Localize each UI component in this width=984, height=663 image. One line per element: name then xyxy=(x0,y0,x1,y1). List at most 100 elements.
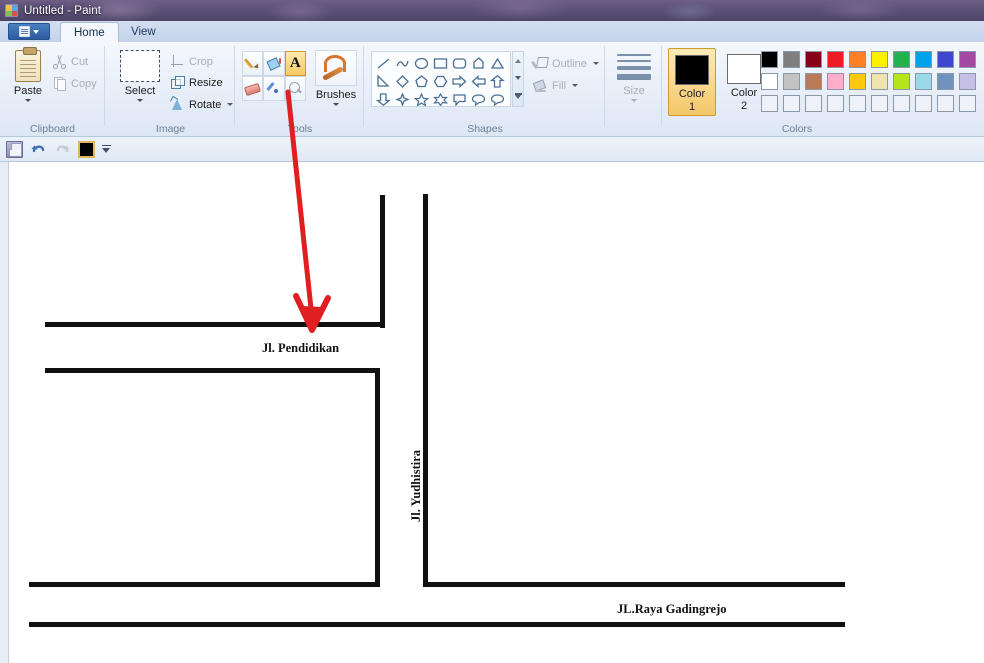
eraser-tool-button[interactable] xyxy=(242,76,264,101)
cut-button[interactable]: Cut xyxy=(52,54,88,69)
shape-hexagon[interactable] xyxy=(431,72,450,90)
palette-swatch-0-6[interactable] xyxy=(890,48,912,70)
palette-swatch-2-5[interactable] xyxy=(868,92,890,114)
shape-left-arrow[interactable] xyxy=(469,72,488,90)
palette-swatch-2-7[interactable] xyxy=(912,92,934,114)
fill-button[interactable]: Fill xyxy=(533,78,579,93)
chevron-down-icon[interactable] xyxy=(227,103,234,106)
edit-colors-button[interactable]: E co xyxy=(980,48,984,108)
rotate-button[interactable]: Rotate xyxy=(170,97,234,112)
shape-rectangle[interactable] xyxy=(431,54,450,72)
resize-button[interactable]: Resize xyxy=(170,75,223,90)
shape-triangle[interactable] xyxy=(488,54,507,72)
palette-swatch-0-9[interactable] xyxy=(956,48,978,70)
shape-diamond[interactable] xyxy=(393,72,412,90)
shapes-gallery[interactable] xyxy=(371,51,511,107)
pencil-icon xyxy=(245,56,260,71)
shape-oval-callout[interactable] xyxy=(469,90,488,108)
chevron-down-icon[interactable] xyxy=(137,99,143,102)
palette-swatch-2-2[interactable] xyxy=(802,92,824,114)
chevron-down-icon[interactable] xyxy=(25,99,31,102)
shape-oval[interactable] xyxy=(412,54,431,72)
group-separator xyxy=(104,46,105,126)
tab-view[interactable]: View xyxy=(118,22,169,42)
palette-swatch-2-0[interactable] xyxy=(758,92,780,114)
palette-swatch-color xyxy=(848,94,866,112)
shape-up-arrow[interactable] xyxy=(488,72,507,90)
customize-quick-access-toolbar-icon[interactable] xyxy=(102,144,111,154)
save-icon[interactable] xyxy=(6,140,23,158)
shape-down-arrow[interactable] xyxy=(374,90,393,108)
palette-swatch-0-4[interactable] xyxy=(846,48,868,70)
shape-curve[interactable] xyxy=(393,54,412,72)
palette-swatch-1-3[interactable] xyxy=(824,70,846,92)
shape-rounded-callout[interactable] xyxy=(450,90,469,108)
palette-swatch-1-0[interactable] xyxy=(758,70,780,92)
select-button[interactable]: Select xyxy=(116,50,164,102)
palette-swatch-0-7[interactable] xyxy=(912,48,934,70)
more-shapes-icon[interactable] xyxy=(514,93,522,100)
scroll-down-icon[interactable] xyxy=(515,75,521,80)
palette-swatch-color xyxy=(826,94,844,112)
group-separator xyxy=(604,46,605,126)
palette-swatch-1-8[interactable] xyxy=(934,70,956,92)
shape-line[interactable] xyxy=(374,54,393,72)
color-1-label-line2: 1 xyxy=(688,101,696,113)
shape-pentagon[interactable] xyxy=(412,72,431,90)
palette-swatch-1-6[interactable] xyxy=(890,70,912,92)
shape-six-point-star[interactable] xyxy=(431,90,450,108)
palette-swatch-2-1[interactable] xyxy=(780,92,802,114)
magnifier-tool-button[interactable] xyxy=(284,76,306,101)
palette-swatch-1-1[interactable] xyxy=(780,70,802,92)
drawing-canvas[interactable]: Jl. Pendidikan Jl. Yudhistira JL.Raya Ga… xyxy=(8,162,984,663)
palette-swatch-2-8[interactable] xyxy=(934,92,956,114)
chevron-down-icon[interactable] xyxy=(631,98,637,102)
color-palette[interactable] xyxy=(758,48,978,114)
color-swatch-button[interactable] xyxy=(78,140,95,158)
shape-diagonal-triangle[interactable] xyxy=(374,72,393,90)
undo-icon[interactable] xyxy=(30,141,47,158)
tab-home[interactable]: Home xyxy=(60,22,119,42)
palette-swatch-color xyxy=(870,94,888,112)
palette-swatch-2-3[interactable] xyxy=(824,92,846,114)
shape-right-arrow[interactable] xyxy=(450,72,469,90)
color-picker-tool-button[interactable] xyxy=(263,76,285,101)
shape-right-triangle[interactable] xyxy=(469,54,488,72)
copy-button[interactable]: Copy xyxy=(52,76,97,91)
palette-swatch-2-4[interactable] xyxy=(846,92,868,114)
shape-five-point-star[interactable] xyxy=(412,90,431,108)
chevron-down-icon[interactable] xyxy=(333,103,339,106)
redo-icon[interactable] xyxy=(54,141,71,158)
palette-swatch-0-0[interactable] xyxy=(758,48,780,70)
chevron-down-icon[interactable] xyxy=(592,62,599,65)
file-menu-button[interactable] xyxy=(8,23,50,40)
palette-swatch-1-4[interactable] xyxy=(846,70,868,92)
shapes-gallery-scrollbar[interactable] xyxy=(512,51,524,107)
file-menu-icon xyxy=(19,26,30,37)
palette-swatch-0-2[interactable] xyxy=(802,48,824,70)
palette-swatch-0-5[interactable] xyxy=(868,48,890,70)
palette-swatch-0-8[interactable] xyxy=(934,48,956,70)
shape-four-point-star[interactable] xyxy=(393,90,412,108)
size-button[interactable]: Size xyxy=(614,52,654,102)
palette-swatch-0-1[interactable] xyxy=(780,48,802,70)
brushes-button[interactable]: Brushes xyxy=(312,50,360,106)
palette-swatch-1-5[interactable] xyxy=(868,70,890,92)
chevron-down-icon[interactable] xyxy=(572,84,579,87)
palette-swatch-2-6[interactable] xyxy=(890,92,912,114)
palette-swatch-1-7[interactable] xyxy=(912,70,934,92)
palette-swatch-2-9[interactable] xyxy=(956,92,978,114)
palette-swatch-0-3[interactable] xyxy=(824,48,846,70)
pencil-tool-button[interactable] xyxy=(242,51,264,76)
shape-rounded-rectangle[interactable] xyxy=(450,54,469,72)
crop-button[interactable]: Crop xyxy=(170,54,213,69)
text-tool-button[interactable]: A xyxy=(284,51,306,76)
fill-with-color-tool-button[interactable] xyxy=(263,51,285,76)
outline-button[interactable]: Outline xyxy=(533,56,599,71)
shape-cloud-callout[interactable] xyxy=(488,90,507,108)
paste-button[interactable]: Paste xyxy=(8,47,48,116)
palette-swatch-1-2[interactable] xyxy=(802,70,824,92)
palette-swatch-1-9[interactable] xyxy=(956,70,978,92)
color-1-button[interactable]: Color 1 xyxy=(668,48,716,116)
scroll-up-icon[interactable] xyxy=(515,58,521,63)
